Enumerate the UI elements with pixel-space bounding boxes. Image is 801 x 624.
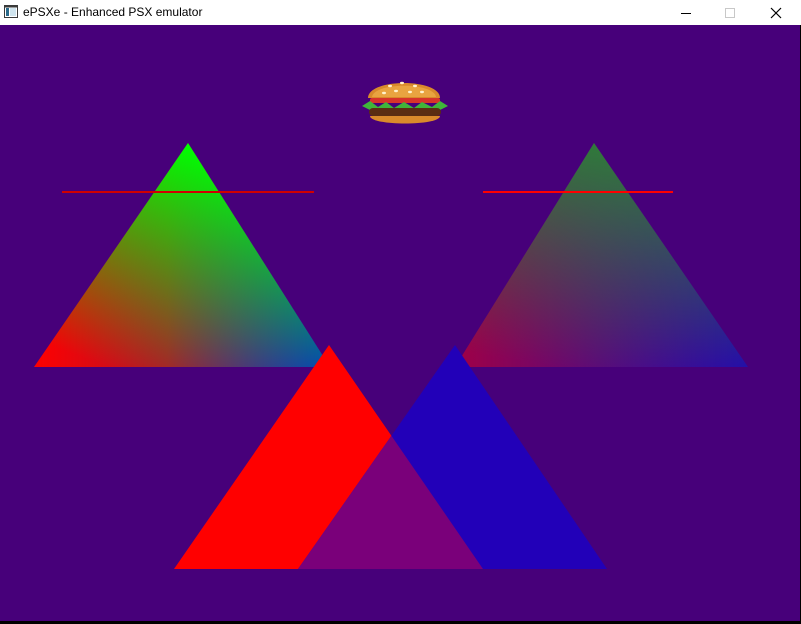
- minimize-button[interactable]: [663, 0, 709, 25]
- title-bar[interactable]: ePSXe - Enhanced PSX emulator: [0, 0, 801, 25]
- close-button[interactable]: [753, 0, 799, 25]
- minimize-icon: [681, 12, 691, 14]
- app-window-icon: [4, 5, 18, 18]
- render-surface: [0, 25, 800, 621]
- maximize-icon: [725, 7, 735, 18]
- emulator-window: ePSXe - Enhanced PSX emulator: [0, 0, 801, 624]
- maximize-button[interactable]: [707, 0, 753, 25]
- emulator-display[interactable]: [0, 25, 800, 621]
- window-title: ePSXe - Enhanced PSX emulator: [23, 5, 203, 19]
- close-icon: [770, 7, 782, 18]
